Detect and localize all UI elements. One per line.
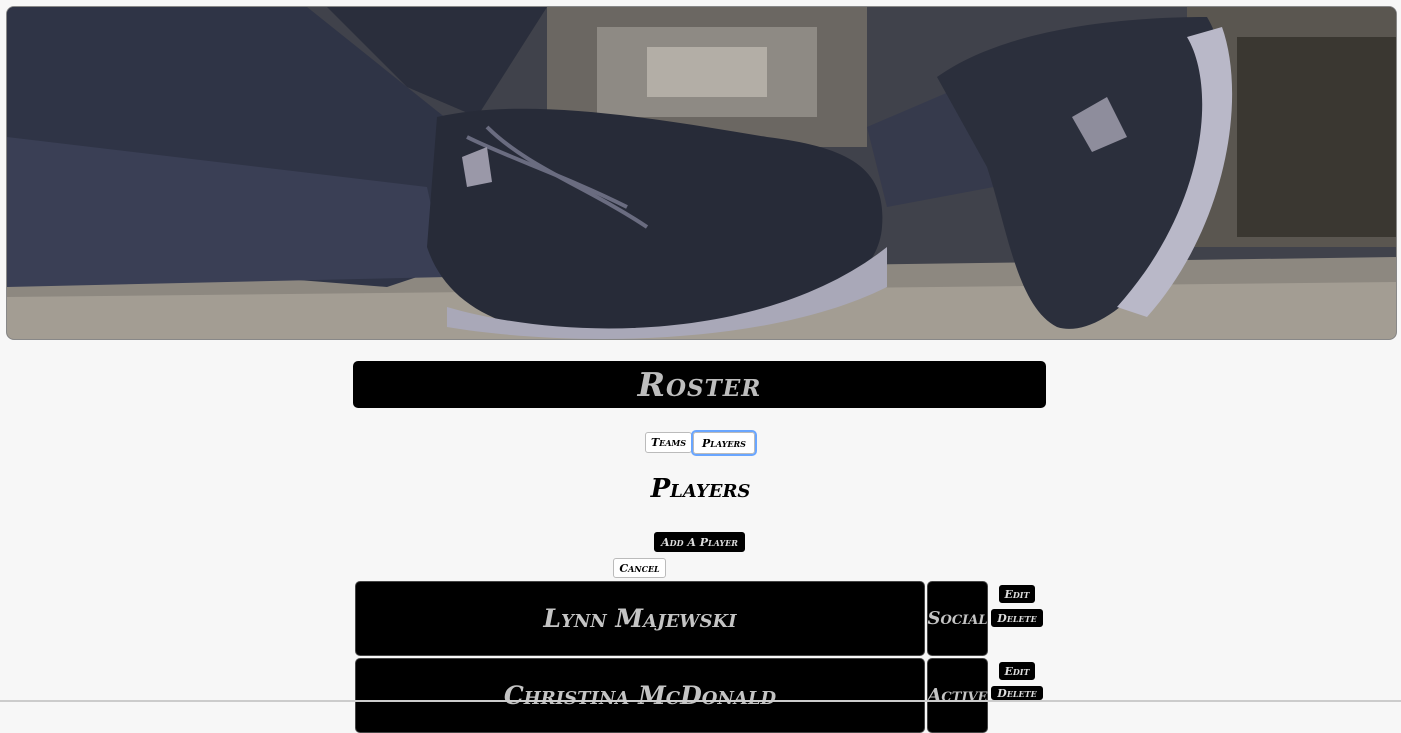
player-name: Christina McDonald xyxy=(503,681,777,710)
player-name-cell: Christina McDonald xyxy=(355,658,925,733)
players-tab-button[interactable]: Players xyxy=(691,430,757,456)
delete-button[interactable]: Delete xyxy=(991,686,1043,700)
page-banner: Roster xyxy=(353,361,1046,408)
hero-image xyxy=(6,6,1397,340)
delete-button[interactable]: Delete xyxy=(991,609,1043,627)
add-player-button[interactable]: Add A Player xyxy=(654,532,745,552)
player-status-cell: Active xyxy=(927,658,988,733)
player-name-cell: Lynn Majewski xyxy=(355,581,925,656)
player-status: Active xyxy=(927,685,988,706)
player-status-cell: Social xyxy=(927,581,988,656)
edit-button[interactable]: Edit xyxy=(999,662,1035,680)
player-status: Social xyxy=(927,608,988,629)
teams-tab-button[interactable]: Teams xyxy=(645,432,692,453)
edit-button[interactable]: Edit xyxy=(999,585,1035,603)
section-heading: Players xyxy=(650,474,751,504)
player-name: Lynn Majewski xyxy=(543,604,737,633)
cancel-button[interactable]: Cancel xyxy=(613,558,666,578)
page-title: Roster xyxy=(637,365,762,404)
